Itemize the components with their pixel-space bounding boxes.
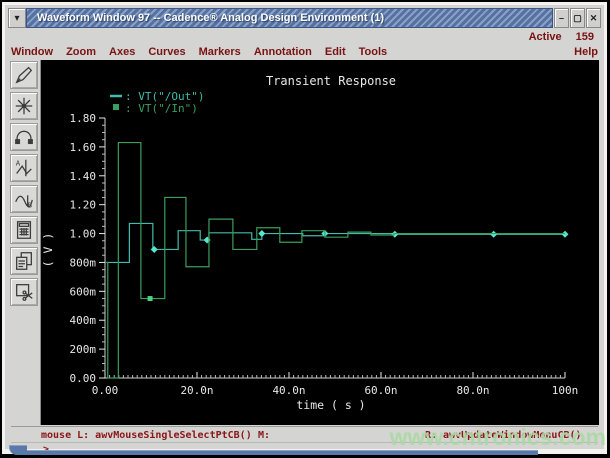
y-tick-label: 1.80 — [70, 112, 97, 125]
y-tick-label: 1.20 — [70, 199, 97, 212]
y-tick-label: 400m — [70, 314, 97, 327]
status-row: Active 159 — [529, 30, 594, 43]
calculator-button[interactable] — [10, 216, 38, 244]
y-tick-label: 1.60 — [70, 141, 97, 154]
close-icon: ✕ — [590, 13, 598, 24]
titlebar-strip[interactable]: Waveform Window 97 -- Cadence® Analog De… — [26, 8, 553, 28]
marker-b-button[interactable]: B — [10, 185, 38, 213]
marker-a-button[interactable]: A — [10, 154, 38, 182]
data-point-marker[interactable] — [490, 231, 497, 238]
y-tick-label: 600m — [70, 285, 97, 298]
window-frame: ▾ Waveform Window 97 -- Cadence® Analog … — [2, 2, 607, 454]
application-window: ▾ Waveform Window 97 -- Cadence® Analog … — [0, 0, 610, 458]
data-point-marker[interactable] — [148, 296, 153, 301]
data-point-marker[interactable] — [391, 231, 398, 238]
menu-annotation[interactable]: Annotation — [254, 46, 312, 58]
menu-axes[interactable]: Axes — [109, 46, 135, 58]
menu-curves[interactable]: Curves — [148, 46, 185, 58]
window-body: ▾ Waveform Window 97 -- Cadence® Analog … — [5, 5, 604, 449]
close-button[interactable]: ✕ — [586, 8, 601, 28]
data-point-marker[interactable] — [562, 231, 569, 238]
pen-tool-button[interactable] — [10, 61, 38, 89]
y-axis-title: ( V ) — [41, 233, 55, 268]
zoom-fit-button[interactable] — [10, 92, 38, 120]
plot-svg[interactable]: Transient Response 0.00 20.0n 40.0n 60.0n 80.… — [41, 60, 599, 425]
svg-text:A: A — [16, 158, 21, 167]
x-axis-title: time ( s ) — [296, 398, 365, 412]
window-menu-button[interactable]: ▾ — [8, 8, 26, 28]
x-tick-label: 100n — [552, 384, 579, 397]
x-tick-label: 80.0n — [456, 384, 489, 397]
hardcopy-button[interactable] — [10, 247, 38, 275]
menu-zoom[interactable]: Zoom — [66, 46, 96, 58]
mouse-middle-binding: M: — [258, 430, 270, 441]
y-tick-label: 0.00 — [70, 372, 97, 385]
arc-probe-icon — [13, 126, 35, 148]
watermark: www.cntronics.com — [390, 424, 606, 451]
active-count: 159 — [576, 31, 594, 43]
menu-edit[interactable]: Edit — [325, 46, 346, 58]
probe-tool-button[interactable] — [10, 123, 38, 151]
minimize-icon: – — [559, 13, 564, 23]
y-tick-label: 1.40 — [70, 170, 97, 183]
titlebar: ▾ Waveform Window 97 -- Cadence® Analog … — [8, 8, 601, 28]
menubar: Window Zoom Axes Curves Markers Annotati… — [11, 44, 598, 59]
calculator-icon — [13, 219, 35, 241]
snip-button[interactable] — [10, 278, 38, 306]
maximize-icon: ▢ — [573, 13, 582, 24]
chevron-down-icon: ▾ — [14, 13, 19, 24]
x-tick-label: 40.0n — [272, 384, 305, 397]
y-tick-label: 1.00 — [70, 228, 97, 241]
main-area: A B — [8, 60, 609, 425]
active-label: Active — [529, 31, 562, 43]
menu-window[interactable]: Window — [11, 46, 53, 58]
minimize-button[interactable]: – — [554, 8, 569, 28]
menu-markers[interactable]: Markers — [199, 46, 241, 58]
plot-canvas[interactable]: Transient Response 0.00 20.0n 40.0n 60.0n 80.… — [41, 60, 599, 425]
left-toolbar: A B — [8, 60, 41, 425]
data-point-marker[interactable] — [258, 230, 265, 237]
pen-icon — [13, 64, 35, 86]
marker-b-icon: B — [13, 188, 35, 210]
series-curve-in[interactable] — [105, 143, 565, 378]
legend-entry[interactable]: : VT("/In") — [125, 102, 198, 115]
maximize-button[interactable]: ▢ — [570, 8, 585, 28]
x-tick-label: 60.0n — [364, 384, 397, 397]
y-tick-label: 200m — [70, 343, 97, 356]
data-point-marker[interactable] — [204, 237, 211, 244]
svg-text:B: B — [28, 200, 33, 209]
bottom-left-resize-corner[interactable] — [9, 445, 27, 455]
data-point-marker[interactable] — [151, 246, 158, 253]
menu-tools[interactable]: Tools — [359, 46, 388, 58]
marker-a-icon: A — [13, 157, 35, 179]
y-tick-label: 800m — [70, 256, 97, 269]
legend-square-marker — [113, 104, 119, 110]
series-curve-out[interactable] — [105, 223, 565, 262]
menu-help[interactable]: Help — [574, 46, 598, 58]
snip-icon — [13, 281, 35, 303]
x-tick-label: 20.0n — [180, 384, 213, 397]
mouse-left-binding: mouse L: awvMouseSingleSelectPtCB() — [41, 430, 252, 441]
x-tick-label: 0.00 — [92, 384, 119, 397]
window-title: Waveform Window 97 -- Cadence® Analog De… — [37, 12, 384, 24]
starburst-icon — [13, 95, 35, 117]
plot-title: Transient Response — [266, 74, 396, 88]
hardcopy-icon — [13, 250, 35, 272]
